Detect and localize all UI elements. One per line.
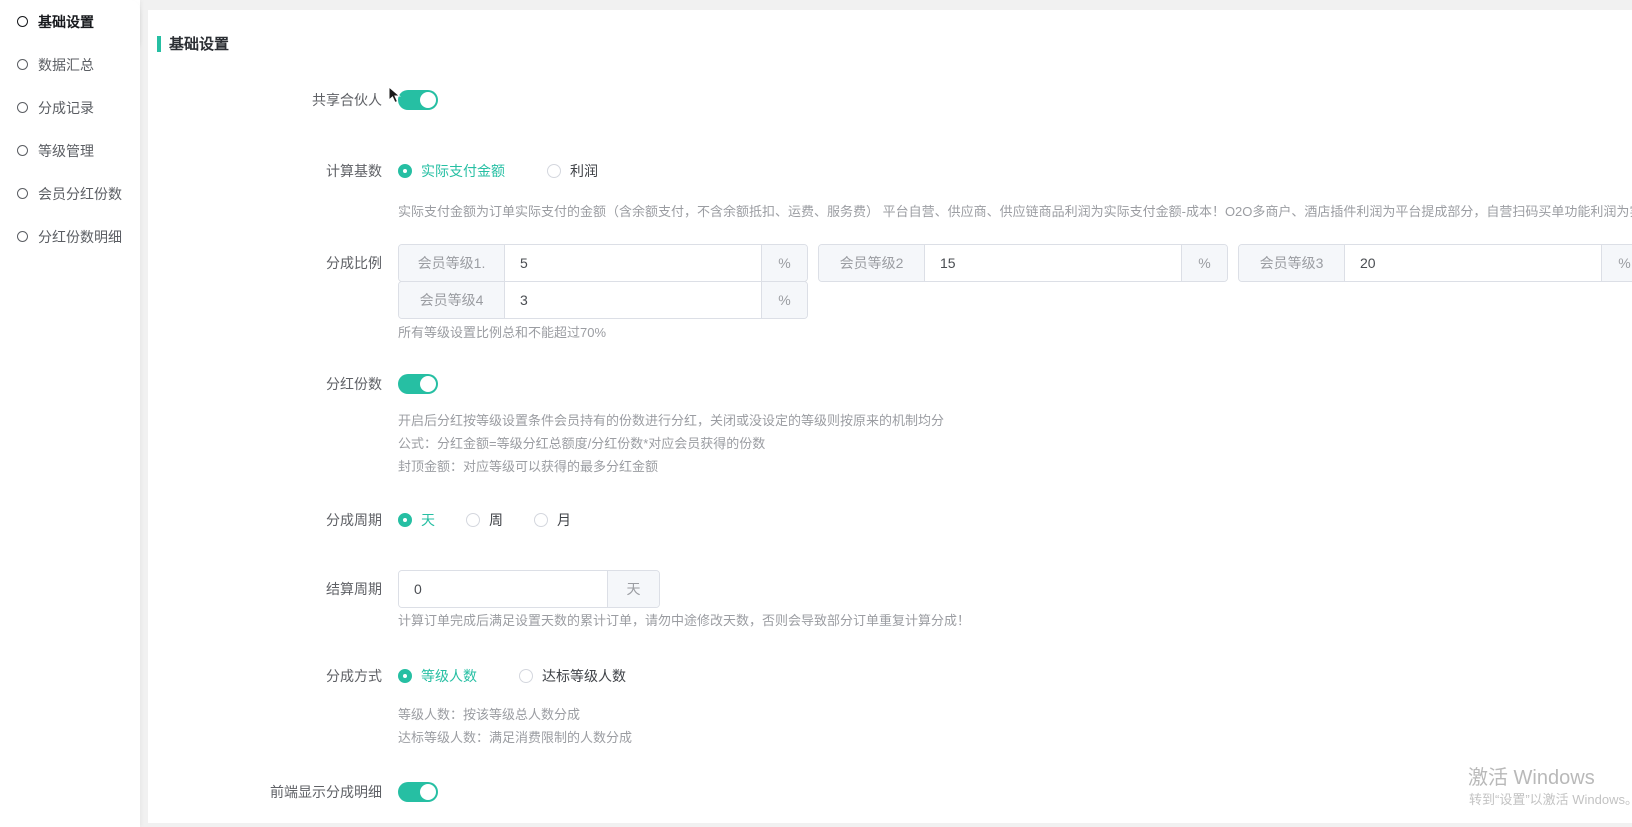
ratio-label: 分成比例 <box>148 244 390 282</box>
calc-base-help: 实际支付金额为订单实际支付的金额（含余额支付，不含余额抵扣、运费、服务费） 平台… <box>398 204 1632 219</box>
form-row-method: 分成方式 等级人数 达标等级人数 等级人数：按该等级总人数分成 达标等级人数：满… <box>148 666 1632 749</box>
form-row-bonus-shares: 分红份数 开启后分红按等级设置条件会员持有的份数进行分红，关闭或没设定的等级则按… <box>148 374 1632 478</box>
method-label: 分成方式 <box>148 666 390 686</box>
bonus-shares-label: 分红份数 <box>148 374 390 394</box>
toggle-knob <box>420 92 436 108</box>
radio-unchecked-icon <box>519 669 533 683</box>
ratio-prepend-level2: 会员等级2 <box>819 245 925 281</box>
sidebar-item-label: 基础设置 <box>38 12 94 32</box>
panel-title: 基础设置 <box>157 33 1632 54</box>
percent-suffix: % <box>1181 245 1227 281</box>
settlement-label: 结算周期 <box>148 570 390 608</box>
form-row-front-display: 前端显示分成明细 <box>148 782 1632 805</box>
ratio-prepend-level3: 会员等级3 <box>1239 245 1345 281</box>
sidebar-item-data-summary[interactable]: 数据汇总 <box>0 43 140 86</box>
form-row-ratio: 分成比例 会员等级1. % 会员等级2 % 会员等级3 % <box>148 244 1632 340</box>
ratio-prepend-level1: 会员等级1. <box>399 245 505 281</box>
sidebar-item-bonus-shares-detail[interactable]: 分红份数明细 <box>0 215 140 258</box>
sidebar-item-basic-settings[interactable]: 基础设置 <box>0 0 140 43</box>
radio-checked-icon <box>398 513 412 527</box>
radio-profit[interactable]: 利润 <box>547 161 598 181</box>
radio-checked-icon <box>398 164 412 178</box>
ratio-input-level2[interactable] <box>925 245 1181 281</box>
form-row-calc-base: 计算基数 实际支付金额 利润 实际支付金额为订单实际支付的金额（含余额支付，不含… <box>148 161 1632 219</box>
cycle-label: 分成周期 <box>148 510 390 530</box>
front-display-toggle[interactable] <box>398 782 438 802</box>
bonus-shares-help-3: 封顶金额：对应等级可以获得的最多分红金额 <box>398 455 1632 478</box>
ratio-input-group-level4: 会员等级4 % <box>398 281 808 319</box>
bonus-shares-help-2: 公式：分红金额=等级分红总额度/分红份数*对应会员获得的份数 <box>398 432 1632 455</box>
percent-suffix: % <box>1601 245 1632 281</box>
form-row-settlement: 结算周期 天 计算订单完成后满足设置天数的累计订单，请勿中途修改天数，否则会导致… <box>148 570 1632 628</box>
circle-outline-icon <box>17 188 28 199</box>
ratio-help: 所有等级设置比例总和不能超过70% <box>398 325 1632 340</box>
panel-title-text: 基础设置 <box>169 33 229 54</box>
radio-cycle-week[interactable]: 周 <box>466 510 503 530</box>
sidebar-item-label: 分红份数明细 <box>38 227 122 247</box>
radio-level-headcount[interactable]: 等级人数 <box>398 666 477 686</box>
settlement-input-group: 天 <box>398 570 660 608</box>
share-partner-toggle[interactable] <box>398 90 438 110</box>
percent-suffix: % <box>761 282 807 318</box>
percent-suffix: % <box>761 245 807 281</box>
settings-panel: 基础设置 共享合伙人 计算基数 实际支付金额 利润 实际支付金额为订单实际支付的… <box>148 10 1632 823</box>
circle-outline-icon <box>17 145 28 156</box>
circle-outline-icon <box>17 16 28 27</box>
circle-outline-icon <box>17 102 28 113</box>
radio-checked-icon <box>398 669 412 683</box>
circle-outline-icon <box>17 59 28 70</box>
day-unit-suffix: 天 <box>607 571 659 607</box>
radio-unchecked-icon <box>547 164 561 178</box>
settlement-help: 计算订单完成后满足设置天数的累计订单，请勿中途修改天数，否则会导致部分订单重复计… <box>398 613 1632 628</box>
ratio-input-level1[interactable] <box>505 245 761 281</box>
front-display-label: 前端显示分成明细 <box>148 782 390 802</box>
settlement-input[interactable] <box>399 571 607 607</box>
title-accent-bar <box>157 36 161 52</box>
sidebar-item-label: 等级管理 <box>38 141 94 161</box>
bonus-shares-toggle[interactable] <box>398 374 438 394</box>
ratio-input-group-level1: 会员等级1. % <box>398 244 808 282</box>
sidebar-item-label: 数据汇总 <box>38 55 94 75</box>
radio-unchecked-icon <box>534 513 548 527</box>
settings-sidebar: 基础设置 数据汇总 分成记录 等级管理 会员分红份数 分红份数明细 <box>0 0 140 827</box>
form-row-cycle: 分成周期 天 周 月 <box>148 510 1632 530</box>
share-partner-label: 共享合伙人 <box>148 90 390 110</box>
method-help-2: 达标等级人数：满足消费限制的人数分成 <box>398 726 1632 749</box>
form-row-share-partner: 共享合伙人 <box>148 90 1632 113</box>
ratio-prepend-level4: 会员等级4 <box>399 282 505 318</box>
radio-cycle-month[interactable]: 月 <box>534 510 571 530</box>
ratio-input-group-level2: 会员等级2 % <box>818 244 1228 282</box>
ratio-input-group-level3: 会员等级3 % <box>1238 244 1632 282</box>
sidebar-item-member-bonus-shares[interactable]: 会员分红份数 <box>0 172 140 215</box>
ratio-input-level4[interactable] <box>505 282 761 318</box>
sidebar-item-share-records[interactable]: 分成记录 <box>0 86 140 129</box>
circle-outline-icon <box>17 231 28 242</box>
toggle-knob <box>420 376 436 392</box>
radio-cycle-day[interactable]: 天 <box>398 510 435 530</box>
radio-qualified-headcount[interactable]: 达标等级人数 <box>519 666 626 686</box>
sidebar-item-label: 会员分红份数 <box>38 184 122 204</box>
method-help-1: 等级人数：按该等级总人数分成 <box>398 703 1632 726</box>
radio-unchecked-icon <box>466 513 480 527</box>
bonus-shares-help-1: 开启后分红按等级设置条件会员持有的份数进行分红，关闭或没设定的等级则按原来的机制… <box>398 409 1632 432</box>
ratio-input-level3[interactable] <box>1345 245 1601 281</box>
sidebar-item-level-management[interactable]: 等级管理 <box>0 129 140 172</box>
toggle-knob <box>420 784 436 800</box>
sidebar-item-label: 分成记录 <box>38 98 94 118</box>
radio-actual-pay-amount[interactable]: 实际支付金额 <box>398 161 505 181</box>
calc-base-label: 计算基数 <box>148 161 390 181</box>
